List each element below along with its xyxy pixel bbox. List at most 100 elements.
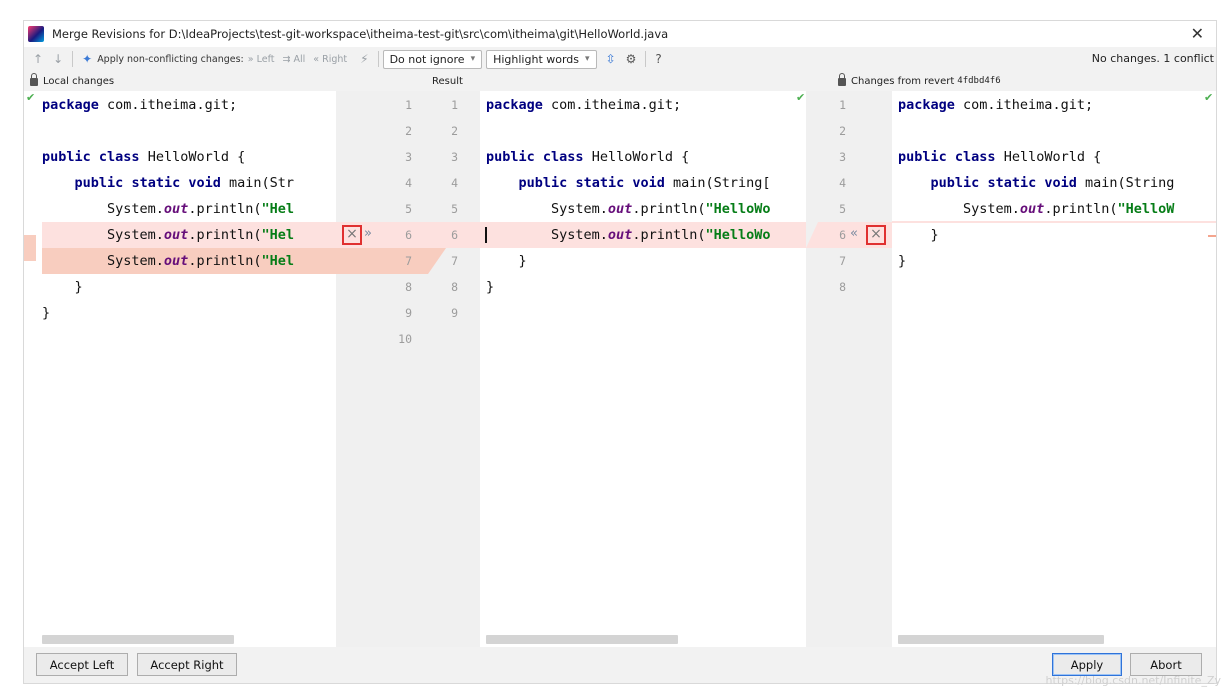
settings-gear-icon[interactable]: ⚙	[626, 52, 637, 66]
accept-left-button[interactable]: Accept Left	[36, 653, 128, 676]
ignore-whitespace-select[interactable]: Do not ignore ▾	[382, 49, 483, 69]
apply-button[interactable]: Apply	[1052, 653, 1122, 676]
line-number: 1	[839, 98, 846, 112]
close-icon[interactable]: ✕	[1191, 24, 1204, 43]
magic-wand-icon[interactable]: ⚡	[360, 52, 368, 66]
code-line: package com.itheima.git;	[486, 97, 682, 113]
apply-left-button[interactable]: » Left	[248, 54, 275, 65]
check-icon: ✔	[796, 91, 806, 104]
result-editor[interactable]: ✔ package com.itheima.git; public class H…	[480, 91, 806, 647]
left-center-gutter: 1 2 3 4 5 6 7 8 9 10 1 2 3 4 5 6 7 8 9 × »	[336, 91, 480, 647]
apply-right-button[interactable]: « Right	[313, 54, 347, 65]
code-line: }	[42, 305, 51, 321]
code-line: public class HelloWorld {	[486, 149, 690, 165]
check-icon: ✔	[26, 91, 36, 104]
revision-hash: 4fdbd4f6	[957, 76, 1001, 86]
discard-right-change-button[interactable]: ×	[866, 225, 886, 245]
chevron-down-icon: ▾	[585, 54, 590, 64]
code-line: public class HelloWorld {	[42, 149, 246, 165]
center-right-gutter: 1 2 3 4 5 6 7 8 « ×	[806, 91, 892, 647]
discard-left-change-button[interactable]: ×	[342, 225, 362, 245]
line-number: 2	[839, 124, 846, 138]
code-line: System.out.println("Hel	[42, 227, 294, 243]
code-line: }	[486, 253, 527, 269]
highlight-mode-select[interactable]: Highlight words ▾	[486, 49, 597, 69]
toolbar-separator	[72, 51, 74, 67]
line-number: 6	[839, 228, 846, 242]
apply-all-button[interactable]: ⇉ All	[282, 54, 305, 65]
toolbar: ↑ ↓ ✦ Apply non-conflicting changes: » L…	[24, 47, 1216, 71]
line-number: 9	[405, 306, 412, 320]
code-line: System.out.println("Hel	[42, 201, 294, 217]
line-number: 10	[398, 332, 412, 346]
apply-nonconflicting-label: Apply non-conflicting changes:	[97, 53, 244, 65]
lock-icon	[838, 73, 846, 86]
title-bar: Merge Revisions for D:\IdeaProjects\test…	[24, 21, 1216, 47]
toolbar-separator	[645, 51, 647, 67]
code-line: System.out.println("HelloWo	[486, 227, 771, 243]
code-line: public static void main(String[	[518, 175, 771, 191]
line-number: 6	[451, 228, 458, 242]
code-line: }	[42, 279, 83, 295]
abort-button[interactable]: Abort	[1130, 653, 1202, 676]
apply-right-change-button[interactable]: «	[850, 226, 858, 241]
left-editor[interactable]: ✔ package com.itheima.git; public class H…	[24, 91, 336, 647]
line-number: 3	[451, 150, 458, 164]
code-line: package com.itheima.git;	[42, 97, 238, 113]
horizontal-scrollbar[interactable]	[898, 635, 1104, 644]
code-line: System.out.println("HelloWo	[486, 201, 771, 217]
code-line: }	[898, 253, 907, 269]
code-line: System.out.println("HelloW	[898, 201, 1175, 217]
intellij-app-icon	[28, 26, 44, 42]
lock-icon	[30, 73, 38, 86]
merge-status: No changes. 1 conflict	[1091, 52, 1214, 65]
line-number: 7	[451, 254, 458, 268]
line-number: 1	[451, 98, 458, 112]
code-line: public static void main(String	[930, 175, 1175, 191]
line-number: 9	[451, 306, 458, 320]
line-number: 3	[405, 150, 412, 164]
right-editor[interactable]: ✔ package com.itheima.git; public class H…	[892, 91, 1216, 647]
code-line: }	[898, 227, 939, 243]
code-line: public static void main(Str	[74, 175, 295, 191]
right-pane-title: Changes from revert	[851, 75, 955, 87]
line-number: 8	[839, 280, 846, 294]
line-number: 5	[405, 202, 412, 216]
line-number: 2	[451, 124, 458, 138]
left-pane-title: Local changes	[43, 75, 115, 87]
apply-left-change-button[interactable]: »	[364, 226, 372, 241]
arrow-down-icon[interactable]: ↓	[53, 52, 63, 66]
code-line: }	[486, 279, 495, 295]
right-pane-header: Changes from revert 4fdbd4f6	[838, 73, 1001, 89]
code-line: public class HelloWorld {	[898, 149, 1102, 165]
code-line: package com.itheima.git;	[898, 97, 1094, 113]
horizontal-scrollbar[interactable]	[486, 635, 678, 644]
change-marker	[24, 235, 36, 261]
line-number: 2	[405, 124, 412, 138]
chevron-down-icon: ▾	[470, 54, 476, 64]
help-icon[interactable]: ?	[655, 52, 661, 66]
line-number: 8	[451, 280, 458, 294]
line-number: 6	[405, 228, 412, 242]
check-icon: ✔	[1204, 91, 1214, 104]
horizontal-scrollbar[interactable]	[42, 635, 234, 644]
line-number: 4	[839, 176, 846, 190]
line-number: 4	[405, 176, 412, 190]
toolbar-separator	[377, 51, 379, 67]
code-line: System.out.println("Hel	[42, 253, 294, 269]
line-number: 8	[405, 280, 412, 294]
merge-dialog: Merge Revisions for D:\IdeaProjects\test…	[23, 20, 1217, 684]
change-marker	[1208, 235, 1216, 237]
arrow-up-icon[interactable]: ↑	[33, 52, 43, 66]
line-number: 7	[839, 254, 846, 268]
line-number: 5	[451, 202, 458, 216]
sync-scroll-icon[interactable]: ⇳	[606, 52, 616, 66]
window-title: Merge Revisions for D:\IdeaProjects\test…	[52, 27, 669, 41]
watermark-text: https://blog.csdn.net/Infinite_Zy	[1045, 674, 1221, 687]
magic-resolve-icon[interactable]: ✦	[82, 52, 92, 66]
line-number: 5	[839, 202, 846, 216]
line-number: 4	[451, 176, 458, 190]
center-pane-header: Result	[432, 73, 463, 89]
line-number: 3	[839, 150, 846, 164]
accept-right-button[interactable]: Accept Right	[137, 653, 237, 676]
